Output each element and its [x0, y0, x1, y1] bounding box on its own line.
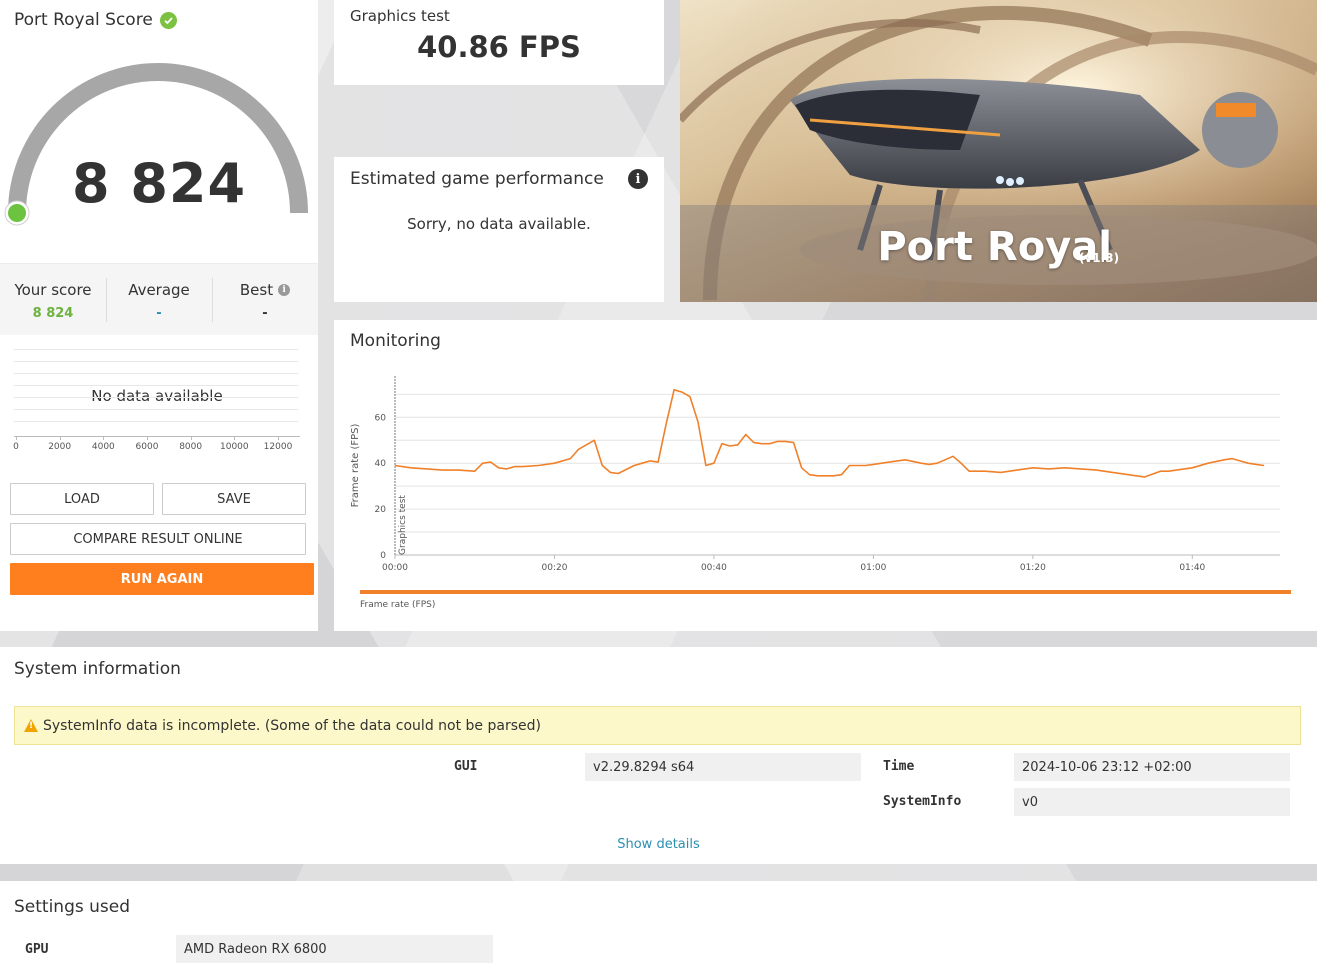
- estimated-message: Sorry, no data available.: [407, 215, 591, 233]
- x-tick-label: 01:40: [1179, 563, 1205, 573]
- estimated-game-performance-card: Estimated game performance i Sorry, no d…: [334, 157, 664, 302]
- frame-rate-series-line: [394, 388, 1265, 478]
- graphics-test-label: Graphics test: [350, 7, 450, 25]
- estimated-title: Estimated game performance: [350, 169, 604, 189]
- y-tick-label: 0: [380, 551, 386, 561]
- x-tick-label: 00:00: [382, 563, 408, 573]
- score-comparison: Your score 8 824 Average - Best i -: [0, 263, 318, 335]
- best-label: Best: [239, 281, 274, 299]
- score-value: 8 824: [71, 152, 247, 215]
- dist-gridline: [14, 397, 298, 398]
- dist-tick-mark: [278, 436, 279, 440]
- check-icon: [159, 11, 177, 29]
- graphics-test-card: Graphics test 40.86 FPS: [334, 0, 664, 85]
- score-distribution-chart: No data available 0 2000 4000 6000 8000 10000…: [13, 345, 300, 460]
- average-label: Average: [128, 281, 190, 299]
- benchmark-title: Port Royal: [877, 224, 1112, 270]
- system-information-title: System information: [14, 659, 181, 679]
- legend-series-bar[interactable]: [360, 590, 1291, 594]
- dist-tick-label: 0: [13, 442, 19, 452]
- best-score: Best i -: [212, 264, 318, 335]
- x-tick-label: 01:20: [1020, 563, 1046, 573]
- time-value: 2024-10-06 23:12 +02:00: [1014, 753, 1290, 781]
- show-details-link[interactable]: Show details: [0, 837, 1317, 852]
- graphics-test-value: 40.86 FPS: [417, 30, 581, 64]
- dist-axis: [14, 436, 300, 437]
- benchmark-hero-image: Port Royal (v1.3): [680, 0, 1317, 302]
- dist-tick-label: 10000: [220, 442, 249, 452]
- monitoring-card: Monitoring 0 20 40 60 00:00 00:20 00:40 01:00 01…: [334, 320, 1317, 631]
- dist-gridline: [14, 373, 298, 374]
- x-tick-label: 00:20: [541, 563, 567, 573]
- dist-tick-label: 2000: [48, 442, 72, 452]
- systeminfo-value: v0: [1014, 788, 1290, 816]
- gpu-label: GPU: [25, 942, 49, 957]
- dist-tick-label: 4000: [91, 442, 115, 452]
- info-icon[interactable]: i: [278, 284, 291, 296]
- run-again-button[interactable]: RUN AGAIN: [10, 563, 314, 595]
- dist-gridline: [14, 349, 298, 350]
- systeminfo-label: SystemInfo: [883, 794, 962, 809]
- score-title: Port Royal Score: [14, 10, 153, 30]
- score-title-row: Port Royal Score: [14, 10, 177, 30]
- y-tick-label: 20: [375, 505, 387, 515]
- warning-text: SystemInfo data is incomplete. (Some of …: [43, 717, 541, 734]
- x-tick-label: 00:40: [701, 563, 727, 573]
- dist-tick-label: 8000: [179, 442, 203, 452]
- dist-tick-mark: [59, 436, 61, 440]
- info-icon[interactable]: i: [628, 169, 648, 189]
- best-value: -: [262, 306, 268, 321]
- compare-result-online-button[interactable]: COMPARE RESULT ONLINE: [10, 523, 306, 555]
- your-score-value: 8 824: [32, 306, 74, 321]
- best-label-row: Best i: [239, 281, 291, 299]
- y-axis-label: Frame rate (FPS): [350, 424, 361, 508]
- your-score: Your score 8 824: [0, 264, 106, 335]
- x-tick-label: 01:00: [860, 563, 886, 573]
- frame-rate-chart: 0 20 40 60 00:00 00:20 00:40 01:00 01:20 01:40 Fra…: [350, 376, 1280, 573]
- settings-used-title: Settings used: [14, 897, 131, 917]
- benchmark-version: (v1.3): [1079, 251, 1120, 265]
- dist-tick-label: 12000: [263, 442, 293, 452]
- dist-tick-mark: [190, 436, 192, 440]
- y-tick-label: 40: [375, 459, 387, 469]
- dist-gridline: [14, 385, 298, 386]
- gui-value: v2.29.8294 s64: [585, 753, 861, 781]
- dist-gridline: [14, 361, 298, 362]
- dist-gridline: [14, 421, 298, 422]
- save-button[interactable]: SAVE: [162, 483, 306, 515]
- dist-tick-label: 6000: [135, 442, 159, 452]
- no-data-message: No data available: [91, 387, 223, 405]
- average-value: -: [156, 306, 162, 321]
- system-information-card: System information ! SystemInfo data is …: [0, 647, 1317, 864]
- graphics-test-annotation: Graphics test: [398, 495, 408, 555]
- dist-gridline: [14, 409, 298, 410]
- gpu-value: AMD Radeon RX 6800: [176, 935, 493, 963]
- time-label: Time: [883, 759, 915, 774]
- y-tick-label: 60: [375, 413, 387, 423]
- gui-label: GUI: [454, 759, 478, 774]
- dist-tick-mark: [234, 436, 236, 440]
- score-card: Port Royal Score 8 824 Your score 8 824 …: [0, 0, 318, 631]
- average-score: Average -: [106, 264, 212, 335]
- settings-used-card: Settings used GPU AMD Radeon RX 6800: [0, 881, 1317, 965]
- dist-tick-mark: [147, 436, 148, 440]
- dist-tick-mark: [16, 436, 17, 440]
- your-score-label: Your score: [14, 281, 92, 299]
- systeminfo-warning: ! SystemInfo data is incomplete. (Some o…: [14, 706, 1301, 745]
- load-button[interactable]: LOAD: [10, 483, 154, 515]
- legend-series-label: Frame rate (FPS): [360, 600, 436, 610]
- monitoring-title: Monitoring: [350, 331, 441, 351]
- dist-tick-mark: [103, 436, 105, 440]
- warning-icon: !: [24, 719, 38, 732]
